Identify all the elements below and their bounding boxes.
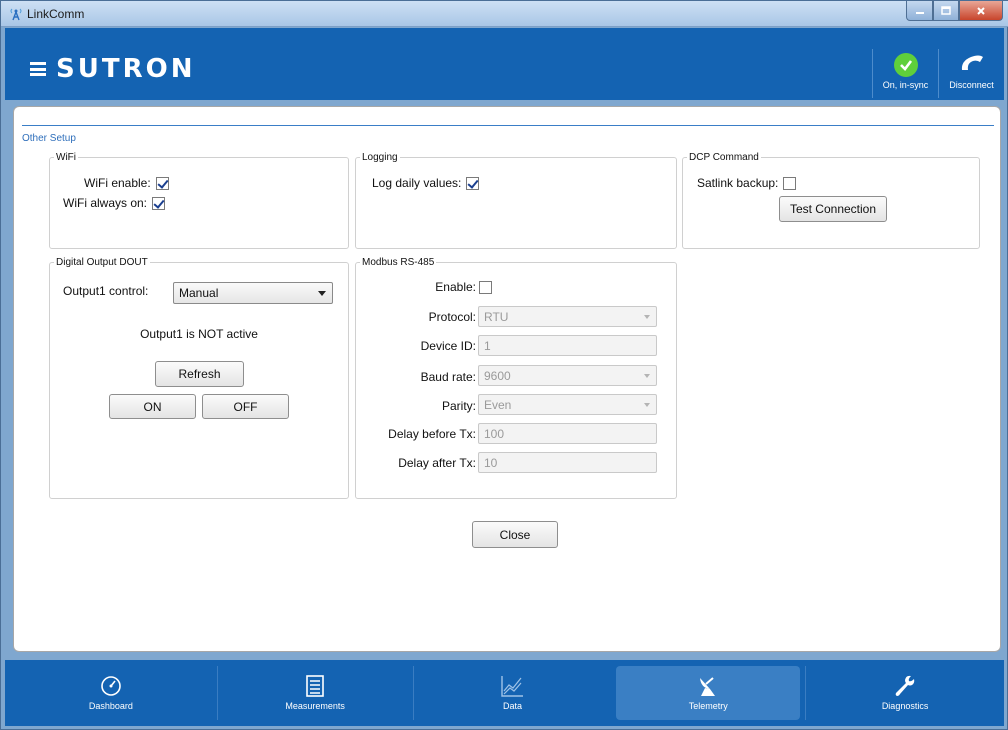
delay-after-tx-value: 10 <box>484 455 498 470</box>
chevron-down-icon <box>318 291 326 296</box>
gauge-icon <box>101 676 121 696</box>
nav-diagnostics[interactable]: Diagnostics <box>806 660 1004 726</box>
brand-logo: SUTRON <box>56 54 196 84</box>
delay-before-tx-label: Delay before Tx: <box>388 427 476 441</box>
title-bar: LinkComm <box>1 1 1008 27</box>
close-window-button[interactable] <box>959 1 1003 21</box>
parity-label: Parity: <box>441 399 476 413</box>
output-status-row: Output1 is NOT active <box>49 327 349 341</box>
dout-legend: Digital Output DOUT <box>56 257 148 268</box>
nav-dashboard-label: Dashboard <box>88 701 133 711</box>
nav-telemetry[interactable]: Telemetry <box>616 666 801 720</box>
delay-before-tx-input[interactable]: 100 <box>478 423 657 444</box>
output-control-value: Manual <box>179 286 219 300</box>
output-on-button[interactable]: ON <box>109 394 196 419</box>
wifi-enable-checkbox[interactable] <box>155 176 169 190</box>
baud-rate-value: 9600 <box>484 368 511 383</box>
disconnect-label: Disconnect <box>949 80 994 90</box>
modbus-enable-label: Enable: <box>435 280 476 294</box>
delay-after-tx-label: Delay after Tx: <box>398 456 476 470</box>
nav-measurements-label: Measurements <box>285 701 345 711</box>
window-controls <box>906 1 1003 21</box>
wifi-always-on-label: WiFi always on: <box>63 196 148 210</box>
nav-data[interactable]: Data <box>414 660 612 726</box>
device-id-value: 1 <box>484 338 491 353</box>
wifi-legend: WiFi <box>56 152 76 163</box>
test-connection-button[interactable]: Test Connection <box>779 196 887 222</box>
protocol-value: RTU <box>484 309 509 324</box>
wifi-always-on-checkbox[interactable] <box>152 196 166 210</box>
modbus-enable-row: Enable: <box>354 280 476 294</box>
delay-before-tx-value: 100 <box>484 426 505 441</box>
nav-data-label: Data <box>502 701 522 711</box>
wifi-enable-label: WiFi enable: <box>84 176 151 190</box>
satlink-backup-label: Satlink backup: <box>697 176 779 190</box>
protocol-label: Protocol: <box>428 310 476 324</box>
close-icon <box>977 6 985 15</box>
delay-after-tx-input[interactable]: 10 <box>478 452 657 473</box>
baud-rate-select[interactable]: 9600 <box>478 365 657 386</box>
maximize-button[interactable] <box>933 1 959 21</box>
modbus-fields: Enable: Protocol: RTU Device ID: 1 Baud … <box>354 107 676 487</box>
satellite-dish-icon <box>700 677 716 696</box>
maximize-icon <box>941 5 951 15</box>
chevron-down-icon <box>644 374 650 378</box>
check-icon <box>893 53 918 77</box>
parity-select[interactable]: Even <box>478 394 657 415</box>
output-control-select[interactable]: Manual <box>173 282 333 304</box>
bottom-nav: Dashboard Measurements Data Telemetry Di… <box>5 660 1004 726</box>
parity-value: Even <box>484 397 512 412</box>
window-title: LinkComm <box>27 7 85 21</box>
wrench-icon <box>895 675 915 696</box>
minimize-icon <box>915 11 924 14</box>
main-panel: Other Setup WiFi WiFi enable: WiFi alway… <box>13 106 1001 652</box>
baud-rate-label: Baud rate: <box>420 370 476 384</box>
list-icon <box>306 675 324 697</box>
chevron-down-icon <box>644 315 650 319</box>
sync-status-button[interactable]: On, in-sync <box>872 49 938 98</box>
satlink-backup-checkbox[interactable] <box>783 176 797 190</box>
nav-diagnostics-label: Diagnostics <box>881 701 929 711</box>
dcp-command-legend: DCP Command <box>689 152 759 163</box>
device-id-input[interactable]: 1 <box>478 335 657 356</box>
minimize-button[interactable] <box>906 1 933 21</box>
menu-icon[interactable] <box>30 62 46 76</box>
satlink-backup-row: Satlink backup: <box>697 176 797 190</box>
disconnect-button[interactable]: Disconnect <box>938 49 1004 98</box>
wifi-always-on-row: WiFi always on: <box>63 196 166 210</box>
nav-telemetry-label: Telemetry <box>688 701 728 711</box>
app-window: LinkComm SUTRON On, in-sync Disconnect O… <box>0 0 1008 730</box>
app-header: SUTRON On, in-sync Disconnect <box>5 28 1004 100</box>
section-title: Other Setup <box>22 133 76 144</box>
output-off-button[interactable]: OFF <box>202 394 289 419</box>
refresh-button[interactable]: Refresh <box>155 361 244 387</box>
wifi-enable-row: WiFi enable: <box>84 176 169 190</box>
chevron-down-icon <box>644 403 650 407</box>
protocol-select[interactable]: RTU <box>478 306 657 327</box>
sync-status-label: On, in-sync <box>882 80 929 90</box>
nav-measurements[interactable]: Measurements <box>218 660 413 726</box>
line-chart-icon <box>501 676 524 697</box>
header-actions: On, in-sync Disconnect <box>872 49 1004 98</box>
device-id-label: Device ID: <box>420 339 476 353</box>
app-antenna-icon <box>10 8 22 21</box>
output-control-label: Output1 control: <box>63 284 149 298</box>
brand: SUTRON <box>30 54 195 84</box>
output-status-text: Output1 is NOT active <box>140 327 258 341</box>
close-button[interactable]: Close <box>472 521 558 548</box>
nav-dashboard[interactable]: Dashboard <box>5 660 217 726</box>
output-control-row: Output1 control: <box>63 284 148 298</box>
phone-icon <box>961 55 983 70</box>
modbus-enable-checkbox[interactable] <box>479 281 492 294</box>
